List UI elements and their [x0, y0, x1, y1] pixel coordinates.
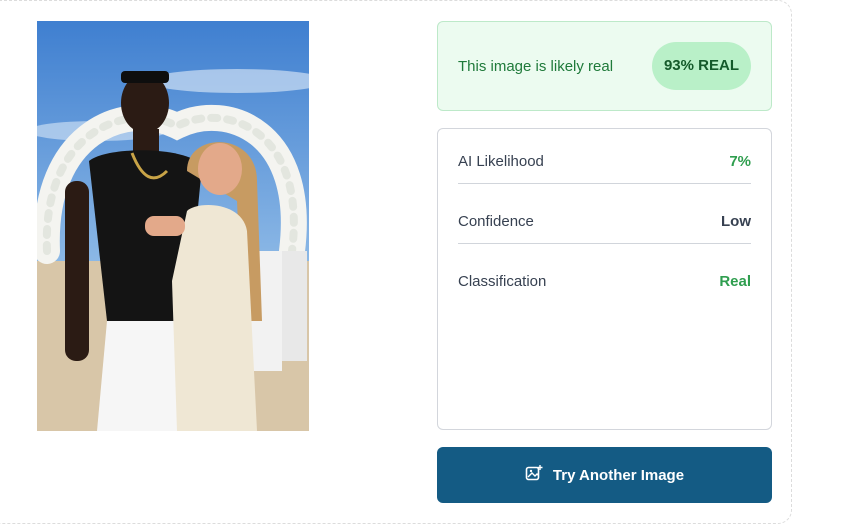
try-another-image-button[interactable]: Try Another Image	[437, 447, 772, 503]
photo-illustration	[37, 21, 309, 431]
detail-label: Classification	[458, 273, 547, 290]
detail-row-ai-likelihood: AI Likelihood 7%	[458, 129, 751, 185]
divider	[458, 243, 751, 244]
detail-row-confidence: Confidence Low	[458, 189, 751, 245]
detail-value: Real	[719, 273, 751, 290]
detail-value: 7%	[729, 153, 751, 170]
result-banner: This image is likely real 93% REAL	[437, 21, 772, 111]
button-label: Try Another Image	[552, 466, 685, 484]
image-sparkle-icon	[525, 464, 543, 487]
details-panel: AI Likelihood 7% Confidence Low Classifi…	[437, 128, 772, 430]
detail-label: AI Likelihood	[458, 153, 544, 170]
divider	[458, 183, 751, 184]
result-message: This image is likely real	[458, 58, 614, 75]
result-badge: 93% REAL	[651, 42, 751, 90]
detail-label: Confidence	[458, 213, 534, 230]
detail-row-classification: Classification Real	[458, 249, 751, 305]
uploaded-image	[37, 21, 309, 431]
detail-value: Low	[721, 213, 751, 230]
